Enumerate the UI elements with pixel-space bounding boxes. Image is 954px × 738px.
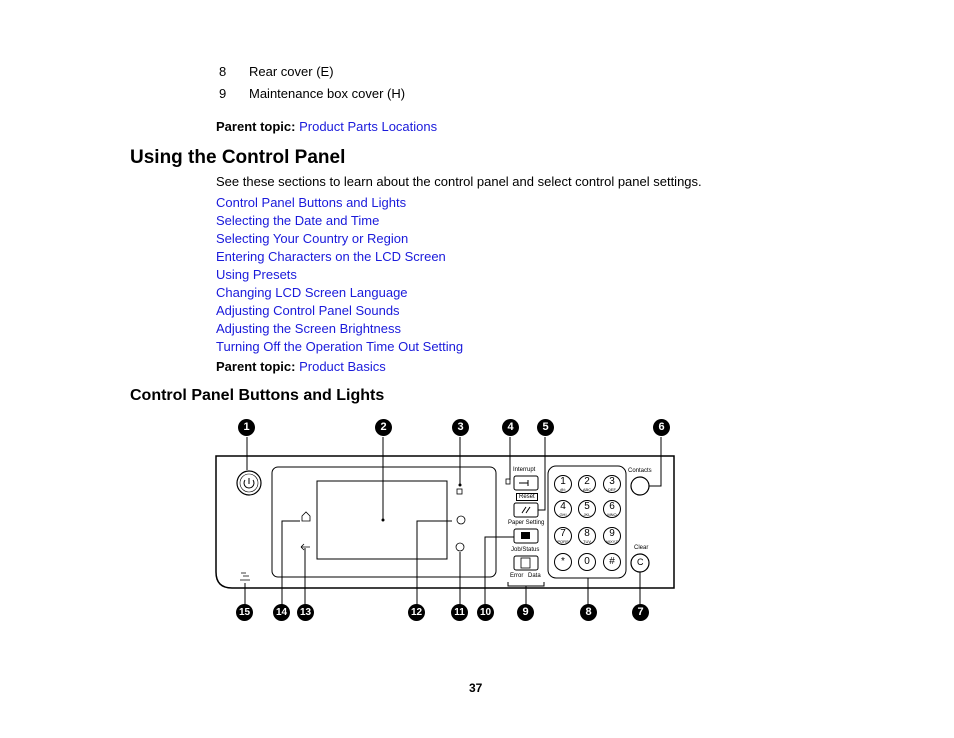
keypad-key-4: 4 GHI <box>554 500 572 518</box>
panel-outline <box>215 455 675 589</box>
contacts-label: Contacts <box>628 468 652 474</box>
list-item-number: 8 <box>219 64 227 79</box>
paper-setting-button <box>513 528 539 544</box>
callout-10: 10 <box>477 604 494 621</box>
keypad-key-5: 5 JKL <box>578 500 596 518</box>
link-entering-characters[interactable]: Entering Characters on the LCD Screen <box>216 249 446 264</box>
link-time-out-setting[interactable]: Turning Off the Operation Time Out Setti… <box>216 339 463 354</box>
keypad-key-0: 0 <box>578 553 596 571</box>
callout-2: 2 <box>375 419 392 436</box>
parent-topic: Parent topic: Product Parts Locations <box>216 119 437 135</box>
link-presets[interactable]: Using Presets <box>216 267 297 282</box>
wifi-status-icon <box>456 488 463 495</box>
keypad-key-9: 9 WXYZ <box>603 527 621 545</box>
keypad-key-8: 8 TUV <box>578 527 596 545</box>
keypad-frame <box>547 465 627 579</box>
clear-button <box>630 553 650 573</box>
callout-9: 9 <box>517 604 534 621</box>
list-item-text: Rear cover (E) <box>249 64 334 79</box>
callout-6: 6 <box>653 419 670 436</box>
callout-11: 11 <box>451 604 468 621</box>
callout-4: 4 <box>502 419 519 436</box>
page-number: 37 <box>469 681 483 695</box>
lcd-screen <box>316 480 448 560</box>
link-control-panel-buttons[interactable]: Control Panel Buttons and Lights <box>216 195 406 210</box>
link-lcd-language[interactable]: Changing LCD Screen Language <box>216 285 408 300</box>
subsection-title: Control Panel Buttons and Lights <box>130 387 385 404</box>
power-icon <box>243 478 255 489</box>
callout-1: 1 <box>238 419 255 436</box>
callout-7: 7 <box>632 604 649 621</box>
parent-topic: Parent topic: Product Basics <box>216 359 386 375</box>
callout-3: 3 <box>452 419 469 436</box>
status-icon <box>455 542 465 552</box>
parent-topic-label: Parent topic: <box>216 119 296 134</box>
help-icon <box>456 515 466 525</box>
section-title: Using the Control Panel <box>130 147 346 168</box>
parent-topic-label: Parent topic: <box>216 359 296 374</box>
back-icon <box>300 543 310 551</box>
keypad-key-6: 6 MNO <box>603 500 621 518</box>
link-panel-sounds[interactable]: Adjusting Control Panel Sounds <box>216 303 400 318</box>
section-links: Control Panel Buttons and Lights Selecti… <box>216 195 463 357</box>
callout-13: 13 <box>297 604 314 621</box>
keypad-key-3: 3 DEF <box>603 475 621 493</box>
control-panel-drawing <box>215 437 675 605</box>
callout-12: 12 <box>408 604 425 621</box>
section-intro: See these sections to learn about the co… <box>216 174 702 189</box>
control-panel-figure: 1 2 3 4 5 6 15 14 13 12 11 10 9 8 7 Inte… <box>0 0 954 738</box>
fax-light-icon <box>240 572 250 581</box>
interrupt-label: Interrupt <box>513 467 536 473</box>
clear-label: Clear <box>634 545 649 551</box>
parent-topic-link[interactable]: Product Parts Locations <box>299 119 437 134</box>
contacts-button <box>630 476 650 496</box>
callout-8: 8 <box>580 604 597 621</box>
keypad-key-2: 2 ABC <box>578 475 596 493</box>
reset-label: Reset <box>516 493 538 501</box>
paper-setting-label: Paper Setting <box>508 520 545 526</box>
power-button <box>236 470 262 496</box>
callout-15: 15 <box>236 604 253 621</box>
data-light-label: Data <box>528 573 541 579</box>
parent-topic-link[interactable]: Product Basics <box>299 359 386 374</box>
list-item-number: 9 <box>219 86 227 101</box>
keypad-key-7: 7 PQRS <box>554 527 572 545</box>
home-icon <box>301 511 311 522</box>
interrupt-button <box>513 475 539 491</box>
job-status-label: Job/Status <box>511 547 540 553</box>
link-screen-brightness[interactable]: Adjusting the Screen Brightness <box>216 321 401 336</box>
callout-14: 14 <box>273 604 290 621</box>
keypad-key-1: 1 @/: <box>554 475 572 493</box>
screen-bezel <box>271 466 497 578</box>
reset-button <box>513 502 539 518</box>
list-item-text: Maintenance box cover (H) <box>249 86 406 101</box>
job-status-button <box>513 555 539 571</box>
link-date-time[interactable]: Selecting the Date and Time <box>216 213 379 228</box>
interrupt-light <box>505 478 511 485</box>
clear-glyph: C <box>637 557 644 567</box>
link-country-region[interactable]: Selecting Your Country or Region <box>216 231 408 246</box>
keypad-key-hash: # <box>603 553 621 571</box>
keypad-key-star: * <box>554 553 572 571</box>
callout-5: 5 <box>537 419 554 436</box>
error-light-label: Error <box>510 573 524 579</box>
